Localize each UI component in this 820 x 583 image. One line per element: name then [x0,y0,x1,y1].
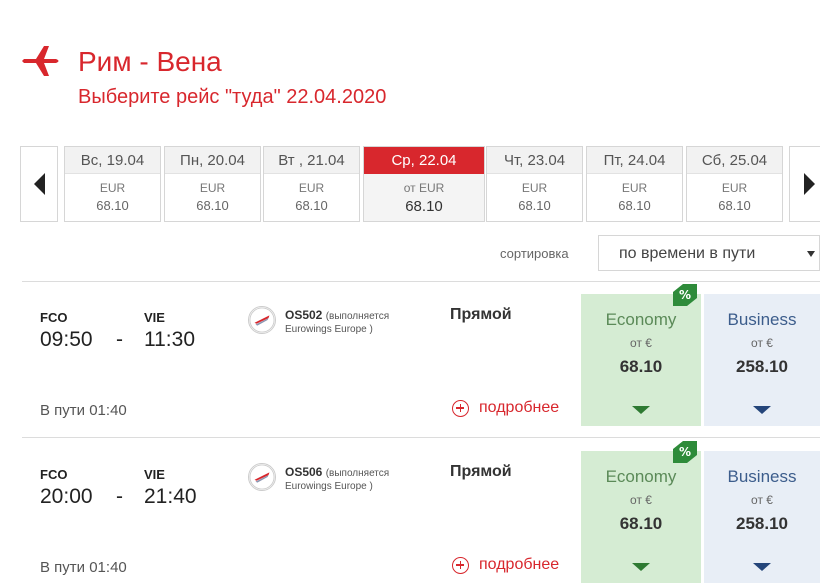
flight-duration: В пути 01:40 [40,402,127,419]
date-option[interactable]: Чт, 23.04 EUR 68.10 [486,146,583,222]
fare-price: 258.10 [736,514,788,533]
date-currency: от EUR [403,181,445,195]
chevron-down-icon [807,251,815,257]
date-price: 68.10 [196,198,229,213]
origin-airport: FCO [40,310,68,325]
fare-class-name: Economy [605,467,677,486]
date-label: Пт, 24.04 [587,147,682,174]
date-label: Чт, 23.04 [487,147,582,174]
sort-dropdown[interactable]: по времени в пути [598,235,820,271]
page-title: Рим - Вена [78,46,222,77]
time-separator: - [116,328,123,351]
svg-text:%: % [679,445,691,459]
chevron-down-icon [632,406,650,414]
operator-name: Eurowings Europe ) [285,481,373,492]
chevron-down-icon [632,563,650,571]
airline-logo-icon [248,306,276,334]
chevron-right-icon [803,173,815,195]
date-currency: EUR [99,181,126,195]
details-link[interactable]: подробнее [452,555,559,575]
fare-price: 68.10 [619,357,663,376]
operated-by-prefix: (выполняется [325,468,390,479]
date-carousel: Вс, 19.04 EUR 68.10 Пн, 20.04 EUR 68.10 … [20,146,820,222]
sort-label: сортировка [500,246,569,261]
date-label: Пн, 20.04 [165,147,260,174]
divider [22,437,820,438]
stops-label: Прямой [450,463,512,480]
fare-class-name: Business [727,310,797,329]
fare-price: 258.10 [736,357,788,376]
flight-code: OS502 [285,308,323,322]
destination-airport: VIE [144,310,165,325]
date-option[interactable]: Пн, 20.04 EUR 68.10 [164,146,261,222]
date-label: Вт , 21.04 [264,147,359,174]
date-price: 68.10 [96,198,129,213]
date-label: Ср, 22.04 [364,147,484,174]
fare-class-name: Business [727,467,797,486]
fare-from-label: от € [751,493,773,507]
date-option[interactable]: Сб, 25.04 EUR 68.10 [686,146,783,222]
date-currency: EUR [199,181,226,195]
date-currency: EUR [521,181,548,195]
svg-text:%: % [679,288,691,302]
discount-tag-icon: % [673,284,697,306]
date-option-selected[interactable]: Ср, 22.04 от EUR 68.10 [363,146,485,222]
arrival-time: 21:40 [144,485,197,508]
airline-logo-icon [248,463,276,491]
details-label: подробнее [479,556,560,573]
date-option[interactable]: Вт , 21.04 EUR 68.10 [263,146,360,222]
flight-code: OS506 [285,465,323,479]
chevron-left-icon [33,173,45,195]
previous-dates-button[interactable] [20,146,58,222]
date-currency: EUR [298,181,325,195]
stops-label: Прямой [450,306,512,323]
date-option[interactable]: Пт, 24.04 EUR 68.10 [586,146,683,222]
time-separator: - [116,485,123,508]
date-currency: EUR [721,181,748,195]
operated-by-prefix: (выполняется [325,311,390,322]
flight-duration: В пути 01:40 [40,559,127,576]
discount-tag-icon: % [673,441,697,463]
date-price: 68.10 [405,198,443,215]
economy-fare-button[interactable]: Economy от € 68.10 [581,294,701,426]
sort-selected-value: по времени в пути [619,245,756,262]
date-price: 68.10 [295,198,328,213]
business-fare-button[interactable]: Business от € 258.10 [704,294,820,426]
fare-class-name: Economy [605,310,677,329]
fare-price: 68.10 [619,514,663,533]
business-fare-button[interactable]: Business от € 258.10 [704,451,820,583]
chevron-down-icon [753,406,771,414]
fare-from-label: от € [630,493,652,507]
date-label: Сб, 25.04 [687,147,782,174]
fare-from-label: от € [751,336,773,350]
plane-icon [22,46,59,76]
arrival-time: 11:30 [144,328,195,351]
origin-airport: FCO [40,467,68,482]
operator-name: Eurowings Europe ) [285,324,373,335]
flight-row[interactable]: FCO VIE 09:50 - 11:30 OS502 (выполняется… [22,282,820,428]
departure-time: 09:50 [40,328,93,351]
flight-number: OS502 (выполняется [285,308,389,322]
details-label: подробнее [479,399,560,416]
departure-time: 20:00 [40,485,93,508]
date-price: 68.10 [718,198,751,213]
flight-row[interactable]: FCO VIE 20:00 - 21:40 OS506 (выполняется… [22,439,820,583]
flight-number: OS506 (выполняется [285,465,389,479]
next-dates-button[interactable] [789,146,820,222]
page-subtitle: Выберите рейс "туда" 22.04.2020 [78,86,387,108]
details-link[interactable]: подробнее [452,398,559,418]
plus-circle-icon [452,556,469,574]
date-price: 68.10 [518,198,551,213]
destination-airport: VIE [144,467,165,482]
plus-circle-icon [452,399,469,417]
chevron-down-icon [753,563,771,571]
economy-fare-button[interactable]: Economy от € 68.10 [581,451,701,583]
date-option[interactable]: Вс, 19.04 EUR 68.10 [64,146,161,222]
date-currency: EUR [621,181,648,195]
fare-from-label: от € [630,336,652,350]
date-price: 68.10 [618,198,651,213]
date-label: Вс, 19.04 [65,147,160,174]
